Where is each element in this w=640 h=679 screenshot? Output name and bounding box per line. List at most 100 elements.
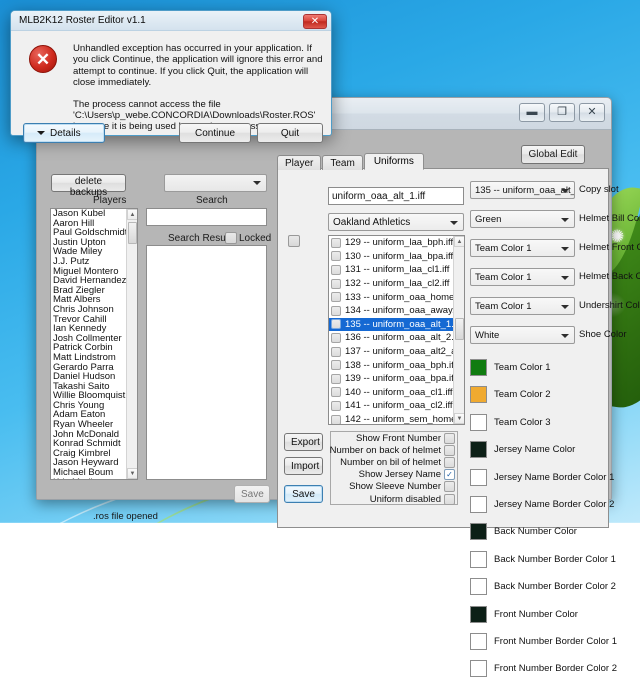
delete-backups-button[interactable]: delete backups <box>51 174 126 192</box>
search-input[interactable] <box>146 208 267 226</box>
list-item[interactable]: 135 -- uniform_oaa_alt_1.iff <box>329 318 453 332</box>
combo-helmet-bill-color[interactable]: Green <box>470 210 575 228</box>
swatch-jersey-name-border-color-1[interactable] <box>470 469 487 486</box>
swatch-jersey-name-color[interactable] <box>470 441 487 458</box>
uniform-item-checkbox[interactable] <box>331 265 341 275</box>
list-item[interactable]: 133 -- uniform_oaa_home.iff <box>329 290 453 304</box>
uniform-option-row[interactable]: Show Front Number <box>331 432 457 444</box>
uniform-option-row[interactable]: Number on back of helmet <box>331 444 457 456</box>
list-item[interactable]: 142 -- uniform_sem_home.iff <box>329 413 453 425</box>
list-item[interactable]: 137 -- uniform_oaa_alt2_a.iff <box>329 345 453 359</box>
swatch-jersey-name-border-color-2[interactable] <box>470 496 487 513</box>
list-item[interactable]: 132 -- uniform_laa_cl2.iff <box>329 277 453 291</box>
list-item[interactable]: Kris Medlen <box>51 478 126 479</box>
players-listbox[interactable]: Jason KubelAaron HillPaul GoldschmidtJus… <box>50 208 138 480</box>
dialog-title-bar[interactable]: MLB2K12 Roster Editor v1.1 ✕ <box>11 11 331 31</box>
tab-label: Team <box>330 158 354 169</box>
combo-copy-slot[interactable]: 135 -- uniform_oaa_alt_1.iff <box>470 181 575 199</box>
list-item[interactable]: 138 -- uniform_oaa_bph.iff <box>329 358 453 372</box>
uniform-item-checkbox[interactable] <box>331 319 341 329</box>
color-combo-row: 135 -- uniform_oaa_alt_1.iffCopy slot <box>470 181 608 199</box>
uniform-item-checkbox[interactable] <box>331 333 341 343</box>
uniform-item-checkbox[interactable] <box>331 387 341 397</box>
uniform-option-row[interactable]: Number on bil of helmet <box>331 456 457 468</box>
uniform-option-row[interactable]: Show Sleeve Number <box>331 481 457 493</box>
uniform-item-checkbox[interactable] <box>331 401 341 411</box>
uniform-item-checkbox[interactable] <box>331 360 341 370</box>
details-button[interactable]: Details <box>23 123 105 143</box>
uniform-option-row[interactable]: Show Jersey Name✓ <box>331 469 457 481</box>
uniform-item-checkbox[interactable] <box>331 279 341 289</box>
quit-button[interactable]: Quit <box>257 123 323 143</box>
scroll-up-icon[interactable]: ▲ <box>127 209 138 220</box>
swatch-back-number-border-color-1[interactable] <box>470 551 487 568</box>
color-combo-row: WhiteShoe Color <box>470 326 608 344</box>
global-edit-button[interactable]: Global Edit <box>521 145 585 164</box>
uniform-option-checkbox[interactable]: ✓ <box>444 469 455 480</box>
color-combo-row: Team Color 1Helmet Front Color <box>470 239 608 257</box>
list-item[interactable]: 141 -- uniform_oaa_cl2.iff <box>329 399 453 413</box>
list-item[interactable]: 139 -- uniform_oaa_bpa.iff <box>329 372 453 386</box>
swatch-front-number-border-color-2[interactable] <box>470 660 487 677</box>
export-button[interactable]: Export <box>284 433 323 451</box>
uniform-item-checkbox[interactable] <box>331 238 341 248</box>
import-button[interactable]: Import <box>284 457 323 475</box>
uniform-item-checkbox[interactable] <box>331 306 341 316</box>
scroll-up-icon[interactable]: ▲ <box>454 236 465 247</box>
uniform-item-checkbox[interactable] <box>331 415 341 425</box>
uniform-scrollbar[interactable]: ▲ ▼ <box>453 236 464 424</box>
swatch-back-number-border-color-2[interactable] <box>470 578 487 595</box>
list-item[interactable]: 134 -- uniform_oaa_away.iff <box>329 304 453 318</box>
player-save-button[interactable]: Save <box>234 485 270 503</box>
combo-undershirt-color[interactable]: Team Color 1 <box>470 297 575 315</box>
tab-team[interactable]: Team <box>322 155 362 170</box>
uniform-option-checkbox[interactable] <box>444 494 455 505</box>
team-combo[interactable]: Oakland Athletics <box>328 213 464 231</box>
list-item[interactable]: 131 -- uniform_laa_cl1.iff <box>329 263 453 277</box>
combo-helmet-back-color[interactable]: Team Color 1 <box>470 268 575 286</box>
swatch-team-color-2[interactable] <box>470 386 487 403</box>
scroll-down-icon[interactable]: ▼ <box>454 413 465 424</box>
tab-player[interactable]: Player <box>277 155 321 170</box>
uniform-option-checkbox[interactable] <box>444 481 455 492</box>
close-button[interactable]: ✕ <box>579 103 605 122</box>
uniform-item-label: 138 -- uniform_oaa_bph.iff <box>345 360 456 371</box>
uniform-save-button[interactable]: Save <box>284 485 323 503</box>
swatch-front-number-border-color-1[interactable] <box>470 633 487 650</box>
combo-helmet-front-color[interactable]: Team Color 1 <box>470 239 575 257</box>
team-dropdown[interactable] <box>164 174 267 192</box>
swatch-front-number-color[interactable] <box>470 606 487 623</box>
search-label: Search <box>196 195 228 206</box>
scrollbar-thumb[interactable] <box>128 222 137 244</box>
uniform-option-row[interactable]: Uniform disabled <box>331 493 457 505</box>
tab-uniforms[interactable]: Uniforms <box>364 153 424 170</box>
scrollbar-thumb[interactable] <box>455 318 464 340</box>
uniform-item-checkbox[interactable] <box>331 374 341 384</box>
uniform-listbox[interactable]: 129 -- uniform_laa_bph.iff130 -- uniform… <box>328 235 465 425</box>
locked-checkbox[interactable] <box>225 232 237 244</box>
scroll-down-icon[interactable]: ▼ <box>127 468 138 479</box>
dialog-close-button[interactable]: ✕ <box>303 14 327 29</box>
minimize-button[interactable]: ▬ <box>519 103 545 122</box>
list-item[interactable]: 140 -- uniform_oaa_cl1.iff <box>329 386 453 400</box>
uniform-item-checkbox[interactable] <box>331 292 341 302</box>
uniform-option-checkbox[interactable] <box>444 457 455 468</box>
combo-shoe-color[interactable]: White <box>470 326 575 344</box>
uniform-option-checkbox[interactable] <box>444 433 455 444</box>
uniform-option-checkbox[interactable] <box>444 445 455 456</box>
swatch-team-color-3[interactable] <box>470 414 487 431</box>
swatch-caption: Team Color 2 <box>494 389 551 400</box>
search-results-listbox[interactable] <box>146 245 267 480</box>
maximize-button[interactable]: ❐ <box>549 103 575 122</box>
continue-button[interactable]: Continue <box>179 123 251 143</box>
swatch-back-number-color[interactable] <box>470 523 487 540</box>
list-item[interactable]: 129 -- uniform_laa_bph.iff <box>329 236 453 250</box>
uniform-item-checkbox[interactable] <box>331 347 341 357</box>
uniform-list-master-checkbox[interactable] <box>288 235 300 247</box>
list-item[interactable]: 130 -- uniform_laa_bpa.iff <box>329 250 453 264</box>
uniform-item-checkbox[interactable] <box>331 251 341 261</box>
players-scrollbar[interactable]: ▲ ▼ <box>126 209 137 479</box>
swatch-team-color-1[interactable] <box>470 359 487 376</box>
uniform-name-input[interactable]: uniform_oaa_alt_1.iff <box>328 187 464 205</box>
list-item[interactable]: 136 -- uniform_oaa_alt_2.iff <box>329 331 453 345</box>
